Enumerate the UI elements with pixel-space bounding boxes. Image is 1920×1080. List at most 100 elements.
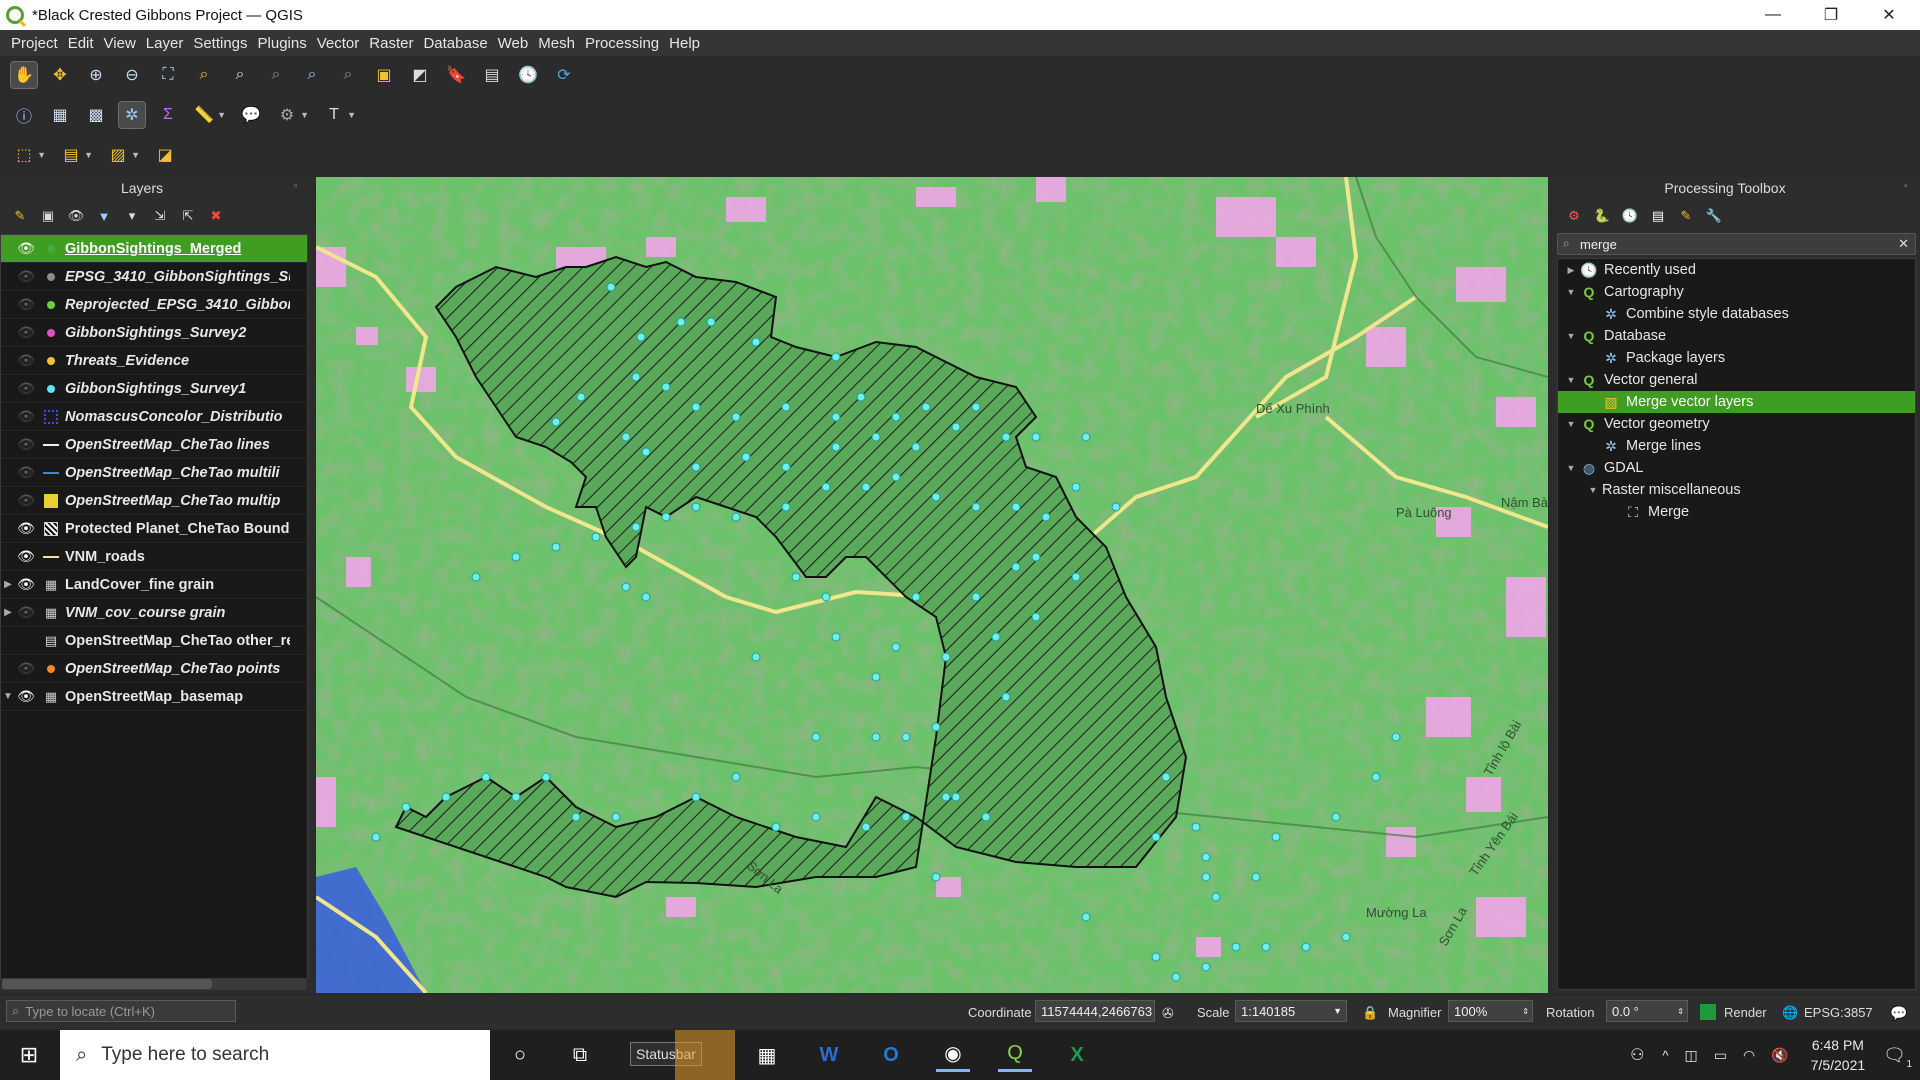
visibility-eye-hidden-icon[interactable]: 👁 [15,380,37,398]
new-bookmark-icon[interactable]: 🔖 [443,62,469,88]
crs-globe-icon[interactable]: 🌐 [1782,1005,1798,1021]
people-icon[interactable]: ⚇ [1630,1045,1644,1065]
pan-to-selection-icon[interactable]: ✥ [47,62,73,88]
menu-view[interactable]: View [104,35,136,52]
visibility-eye-icon[interactable]: 👁 [15,548,37,566]
select-location-icon[interactable]: ◪ [152,142,178,168]
coordinate-field[interactable]: 11574444,2466763 [1035,1000,1155,1022]
render-checkbox[interactable] [1700,1004,1716,1020]
tree-arrow-icon[interactable]: ▼ [1562,463,1580,473]
edit-features-in-place-icon[interactable]: ✎ [1677,207,1695,225]
deselect-features-icon[interactable]: ▨ ▼ [105,142,140,168]
task-view-icon[interactable]: ⧉ [563,1038,597,1072]
style-panel-icon[interactable]: ✎ [12,208,28,224]
excel-icon[interactable]: X [1060,1038,1094,1072]
models-icon[interactable]: ⚙ [1565,207,1583,225]
visibility-eye-hidden-icon[interactable]: 👁 [15,436,37,454]
toolbox-float-icon[interactable]: ▫ [1904,181,1908,192]
visibility-eye-icon[interactable]: 👁 [15,520,37,538]
pan-hand-icon[interactable]: ✋ [10,61,38,89]
layer-row[interactable]: 👁 OpenStreetMap_CheTao multili [1,459,307,487]
visibility-eye-hidden-icon[interactable]: 👁 [15,268,37,286]
menu-vector[interactable]: Vector [317,35,360,52]
cortana-icon[interactable]: ○ [503,1038,537,1072]
layer-row[interactable]: 👁 OpenStreetMap_CheTao points [1,655,307,683]
menu-edit[interactable]: Edit [68,35,94,52]
scale-combobox[interactable]: 1:140185 ▼ [1235,1000,1347,1022]
lock-scale-icon[interactable]: 🔒 [1362,1005,1378,1021]
toolbox-options-icon[interactable]: 🔧 [1705,207,1723,225]
menu-database[interactable]: Database [423,35,487,52]
zoom-to-layer-icon[interactable]: ⌕ [227,62,253,88]
visibility-eye-hidden-icon[interactable]: 👁 [15,408,37,426]
toolbox-group[interactable]: ▼ Q Vector general [1558,369,1915,391]
expand-all-icon[interactable]: ⇲ [152,208,168,224]
results-viewer-icon[interactable]: ▤ [1649,207,1667,225]
zoom-last-icon[interactable]: ⌕ [299,62,325,88]
map-canvas[interactable]: Dế Xu Phình Pà Luông Nậm Bài Tỉnh lộ Bài… [316,177,1548,993]
layer-row[interactable]: 👁 Threats_Evidence [1,347,307,375]
history-icon[interactable]: 🕓 [1621,207,1639,225]
qgis-taskbar-icon[interactable]: Q [998,1038,1032,1072]
select-features-icon[interactable]: ⬚ ▼ [11,142,46,168]
calculator-icon[interactable]: ▦ [750,1038,784,1072]
zoom-native-icon[interactable]: ⌕ [263,62,289,88]
visibility-eye-icon[interactable]: 👁 [15,576,37,594]
maximize-button[interactable]: ❐ [1802,0,1860,30]
toolbox-group[interactable]: ▼ ◍ GDAL [1558,457,1915,479]
close-button[interactable]: ✕ [1860,0,1918,30]
layer-row[interactable]: ▤ OpenStreetMap_CheTao other_relati [1,627,307,655]
security-icon[interactable]: ◫ [1685,1047,1698,1064]
toolbox-algorithm[interactable]: ✲ Package layers [1558,347,1915,369]
layer-row[interactable]: ▼ 👁 ▦ OpenStreetMap_basemap [1,683,307,711]
new-map-view-icon[interactable]: ▣ [371,62,397,88]
layer-row[interactable]: 👁 GibbonSightings_Survey1 [1,375,307,403]
tree-arrow-icon[interactable]: ▶ [1562,265,1580,276]
menu-raster[interactable]: Raster [369,35,413,52]
outlook-icon[interactable]: O [874,1038,908,1072]
style-manager-icon[interactable]: ⚙ ▼ [274,102,309,128]
tree-arrow-icon[interactable]: ▼ [1562,331,1580,341]
magnifier-spinbox[interactable]: 100% ⇕ [1448,1000,1533,1022]
layer-row[interactable]: 👁 Reprojected_EPSG_3410_Gibbor [1,291,307,319]
map-tips-icon[interactable]: 💬 [238,102,264,128]
layer-row[interactable]: 👁 VNM_roads [1,543,307,571]
layer-row[interactable]: ▶ 👁 ▦ VNM_cov_course grain [1,599,307,627]
toolbox-group[interactable]: ▼ Q Cartography [1558,281,1915,303]
toolbox-group[interactable]: ▼ Q Vector geometry [1558,413,1915,435]
menu-plugins[interactable]: Plugins [258,35,307,52]
zoom-next-icon[interactable]: ⌕ [335,62,361,88]
toolbox-algorithm[interactable]: ⛶ Merge [1558,501,1915,523]
volume-muted-icon[interactable]: 🔇 [1771,1047,1788,1064]
attribute-table-icon[interactable]: ▦ [47,102,73,128]
tree-arrow-icon[interactable]: ▼ [1562,419,1580,429]
menu-help[interactable]: Help [669,35,700,52]
text-annotation-icon[interactable]: T ▼ [321,102,356,128]
toolbox-group[interactable]: ▶ 🕓 Recently used [1558,259,1915,281]
layer-row[interactable]: 👁 OpenStreetMap_CheTao lines [1,431,307,459]
processing-toolbox-gear-icon[interactable]: ✲ [118,101,146,129]
refresh-icon[interactable]: ⟳ [551,62,577,88]
tree-arrow-icon[interactable]: ▼ [1562,287,1580,297]
remove-layer-icon[interactable]: ✖ [208,208,224,224]
layer-row[interactable]: 👁 GibbonSightings_Survey2 [1,319,307,347]
scripts-icon[interactable]: 🐍 [1593,207,1611,225]
toolbox-algorithm[interactable]: ✲ Combine style databases [1558,303,1915,325]
word-icon[interactable]: W [812,1038,846,1072]
wifi-icon[interactable]: ◠ [1743,1047,1755,1064]
show-bookmarks-icon[interactable]: ▤ [479,62,505,88]
layer-row[interactable]: 👁 NomascusConcolor_Distributio [1,403,307,431]
layer-row[interactable]: 👁 EPSG_3410_GibbonSightings_Su [1,263,307,291]
action-center-icon[interactable]: 🗨 1 [1883,1045,1912,1070]
collapse-all-icon[interactable]: ⇱ [180,208,196,224]
zoom-in-icon[interactable]: ⊕ [83,62,109,88]
measure-ruler-icon[interactable]: 📏 ▼ [191,102,226,128]
visibility-eye-hidden-icon[interactable]: 👁 [15,492,37,510]
messages-icon[interactable]: 💬 [1890,1005,1907,1022]
new-3d-view-icon[interactable]: ◩ [407,62,433,88]
layer-row[interactable]: 👁 Protected Planet_CheTao Bound [1,515,307,543]
layer-expand-icon[interactable]: ▶ [1,579,15,590]
taskbar-search-box[interactable]: ⌕ Type here to search [60,1030,490,1080]
taskbar-clock[interactable]: 6:48 PM 7/5/2021 [1811,1035,1866,1075]
visibility-eye-hidden-icon[interactable]: 👁 [15,604,37,622]
